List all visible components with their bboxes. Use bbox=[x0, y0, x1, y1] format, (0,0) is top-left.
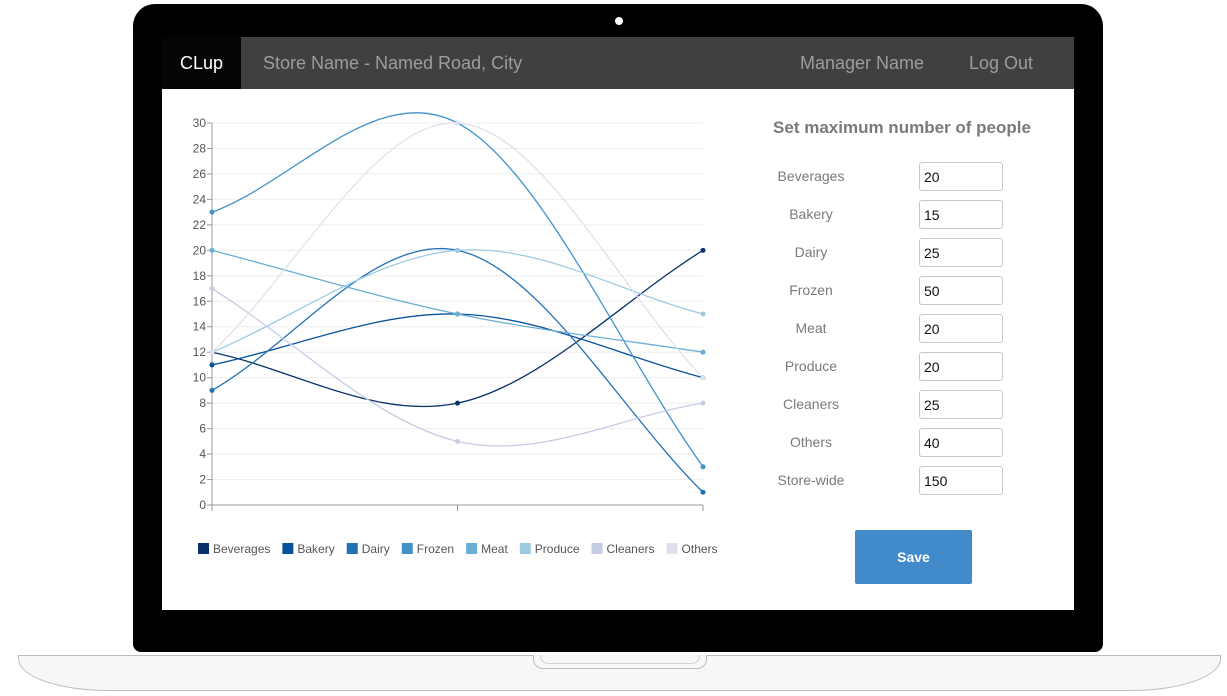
field-label: Cleaners bbox=[782, 396, 840, 412]
data-point bbox=[455, 120, 460, 126]
max-people-input[interactable] bbox=[919, 428, 1003, 457]
data-point bbox=[455, 438, 460, 444]
legend-swatch bbox=[591, 543, 603, 554]
y-tick-label: 30 bbox=[193, 116, 207, 130]
legend-swatch bbox=[519, 543, 531, 554]
data-point bbox=[700, 349, 706, 355]
navbar: CLup Store Name - Named Road, City Manag… bbox=[162, 37, 1074, 89]
y-tick-label: 28 bbox=[193, 141, 207, 155]
y-tick-label: 26 bbox=[193, 167, 207, 181]
field-label: Bakery bbox=[789, 206, 833, 222]
legend-label: Dairy bbox=[362, 542, 390, 556]
legend-swatch bbox=[346, 543, 358, 554]
data-point bbox=[455, 247, 460, 253]
legend-swatch bbox=[401, 543, 413, 554]
legend-label: Bakery bbox=[297, 542, 334, 556]
camera-dot bbox=[615, 17, 623, 25]
max-people-input[interactable] bbox=[919, 276, 1003, 305]
series-line bbox=[211, 249, 704, 408]
y-tick-label: 2 bbox=[199, 473, 206, 487]
screen: CLup Store Name - Named Road, City Manag… bbox=[162, 37, 1074, 610]
y-tick-label: 16 bbox=[193, 294, 207, 308]
field-label: Meat bbox=[795, 320, 827, 336]
data-point bbox=[209, 349, 215, 355]
max-people-input[interactable] bbox=[919, 314, 1003, 343]
series-line bbox=[211, 313, 704, 379]
max-people-input[interactable] bbox=[919, 200, 1003, 229]
legend-label: Cleaners bbox=[607, 542, 655, 556]
capacity-line-chart: 024681012141618202224262830Beverages Bake… bbox=[193, 112, 718, 556]
data-point bbox=[700, 375, 706, 381]
brand-link[interactable]: CLup bbox=[162, 37, 241, 89]
y-tick-label: 24 bbox=[193, 192, 207, 206]
data-point bbox=[209, 286, 215, 292]
y-tick-label: 8 bbox=[199, 396, 206, 410]
data-point bbox=[700, 311, 706, 317]
y-tick-label: 10 bbox=[193, 371, 207, 385]
max-people-input[interactable] bbox=[919, 352, 1003, 381]
field-label: Store-wide bbox=[777, 472, 845, 488]
logout-link[interactable]: Log Out bbox=[969, 37, 1033, 89]
y-tick-label: 6 bbox=[199, 422, 206, 436]
data-point bbox=[209, 247, 215, 253]
laptop-notch-inner bbox=[540, 655, 700, 664]
data-point bbox=[700, 489, 706, 495]
y-tick-label: 18 bbox=[193, 269, 207, 283]
y-tick-label: 12 bbox=[193, 345, 207, 359]
data-point bbox=[700, 247, 706, 253]
field-label: Produce bbox=[784, 358, 838, 374]
field-label: Frozen bbox=[789, 282, 833, 298]
data-point bbox=[209, 362, 215, 368]
max-people-input[interactable] bbox=[919, 466, 1003, 495]
max-people-input[interactable] bbox=[919, 238, 1003, 267]
data-point bbox=[209, 387, 215, 393]
store-name: Store Name - Named Road, City bbox=[263, 53, 523, 73]
legend-swatch bbox=[282, 543, 294, 554]
manager-name-link[interactable]: Manager Name bbox=[800, 37, 924, 89]
legend-label: Meat bbox=[481, 542, 508, 556]
y-tick-label: 4 bbox=[199, 447, 206, 461]
field-label: Dairy bbox=[794, 244, 828, 260]
legend-swatch bbox=[198, 543, 209, 554]
field-label: Others bbox=[789, 434, 832, 450]
save-button[interactable]: Save bbox=[855, 530, 972, 584]
legend-label: Others bbox=[682, 542, 718, 556]
form-title: Set maximum number of people bbox=[773, 118, 1031, 137]
data-point bbox=[700, 400, 706, 406]
data-point bbox=[700, 464, 706, 470]
y-tick-label: 20 bbox=[193, 243, 207, 257]
data-point bbox=[455, 311, 460, 317]
y-tick-label: 0 bbox=[199, 498, 206, 512]
max-people-input[interactable] bbox=[919, 390, 1003, 419]
y-tick-label: 22 bbox=[193, 218, 207, 232]
legend-label: Frozen bbox=[417, 542, 454, 556]
legend-label: Beverages bbox=[213, 542, 270, 556]
legend-swatch bbox=[466, 543, 478, 554]
max-people-input[interactable] bbox=[919, 162, 1003, 191]
legend-swatch bbox=[666, 543, 678, 554]
legend-label: Produce bbox=[535, 542, 580, 556]
data-point bbox=[455, 400, 460, 406]
data-point bbox=[209, 209, 215, 215]
y-tick-label: 14 bbox=[193, 320, 207, 334]
field-label: Beverages bbox=[777, 168, 845, 184]
